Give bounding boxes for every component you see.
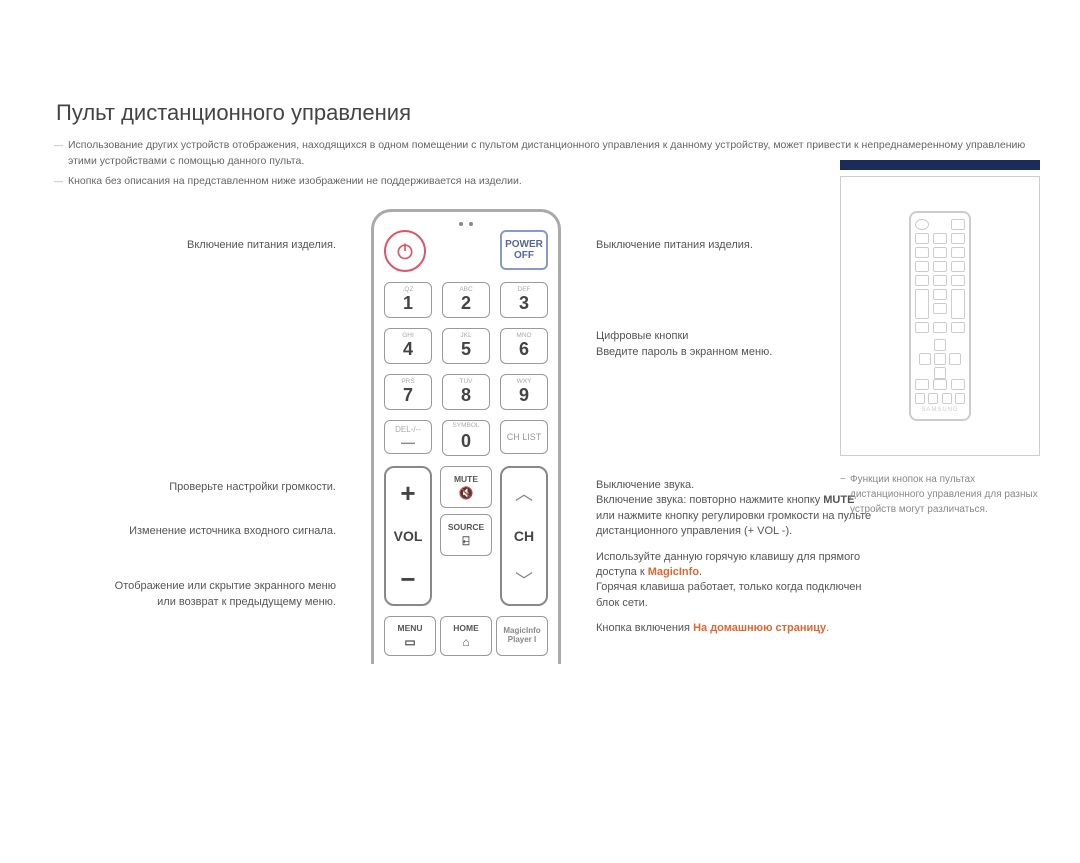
left-callouts: Включение питания изделия. Проверьте нас… [56, 209, 336, 664]
key-9: WXY9 [500, 374, 548, 410]
power-on-button [384, 230, 426, 272]
menu-icon: ▭ [404, 635, 415, 649]
sidebar: SAMSUNG Функции кнопок на пультах дистан… [840, 176, 1040, 517]
callout-mute: Выключение звука. Включение звука: повто… [596, 478, 876, 540]
callout-power-on: Включение питания изделия. [56, 239, 336, 251]
callout-menu: Отображение или скрытие экранного меню и… [56, 579, 336, 610]
key-7: PRS7 [384, 374, 432, 410]
channel-rocker: ︿ CH ﹀ [500, 466, 548, 606]
intro-note-1: Использование других устройств отображен… [68, 138, 1040, 170]
power-icon [395, 241, 415, 261]
source-icon: ⍇ [462, 534, 469, 549]
source-button: SOURCE ⍇ [440, 514, 492, 556]
key-6: MNO6 [500, 328, 548, 364]
home-icon: ⌂ [462, 635, 469, 649]
mini-remote-thumbnail: SAMSUNG [840, 176, 1040, 456]
key-5: JKL5 [442, 328, 490, 364]
callout-home: Кнопка включения На домашнюю страницу. [596, 621, 876, 636]
callout-source: Изменение источника входного сигнала. [56, 525, 336, 537]
magicinfo-button: MagicInfoPlayer I [496, 616, 548, 656]
key-1: .QZ1 [384, 282, 432, 318]
mute-icon: 🔇 [459, 486, 474, 500]
key-chlist: CH LIST [500, 420, 548, 454]
callout-volume: Проверьте настройки громкости. [56, 481, 336, 493]
page-title: Пульт дистанционного управления [56, 100, 1040, 126]
chevron-down-icon: ﹀ [515, 567, 533, 593]
remote-diagram: POWEROFF .QZ1 ABC2 DEF3 GHI4 JKL5 MNO6 P… [336, 209, 596, 664]
brand-label: SAMSUNG [915, 407, 965, 413]
key-0: SYMBOL0 [442, 420, 490, 456]
sidebar-note: Функции кнопок на пультах дистанционного… [840, 472, 1040, 517]
key-del: DEL-/--— [384, 420, 432, 454]
remote-body: POWEROFF .QZ1 ABC2 DEF3 GHI4 JKL5 MNO6 P… [371, 209, 561, 664]
callout-power-off: Выключение питания изделия. [596, 239, 876, 251]
menu-button: MENU ▭ [384, 616, 436, 656]
power-off-button: POWEROFF [500, 230, 548, 270]
key-3: DEF3 [500, 282, 548, 318]
volume-rocker: + VOL − [384, 466, 432, 606]
ir-leds [459, 222, 473, 226]
key-8: TUV8 [442, 374, 490, 410]
chevron-up-icon: ︿ [515, 480, 533, 506]
home-button: HOME ⌂ [440, 616, 492, 656]
callout-magicinfo: Используйте данную горячую клавишу для п… [596, 550, 876, 612]
key-2: ABC2 [442, 282, 490, 318]
mute-button: MUTE 🔇 [440, 466, 492, 508]
right-callouts: Выключение питания изделия. Цифровые кно… [596, 209, 876, 664]
key-4: GHI4 [384, 328, 432, 364]
callout-numeric: Цифровые кнопки Введите пароль в экранно… [596, 329, 876, 360]
